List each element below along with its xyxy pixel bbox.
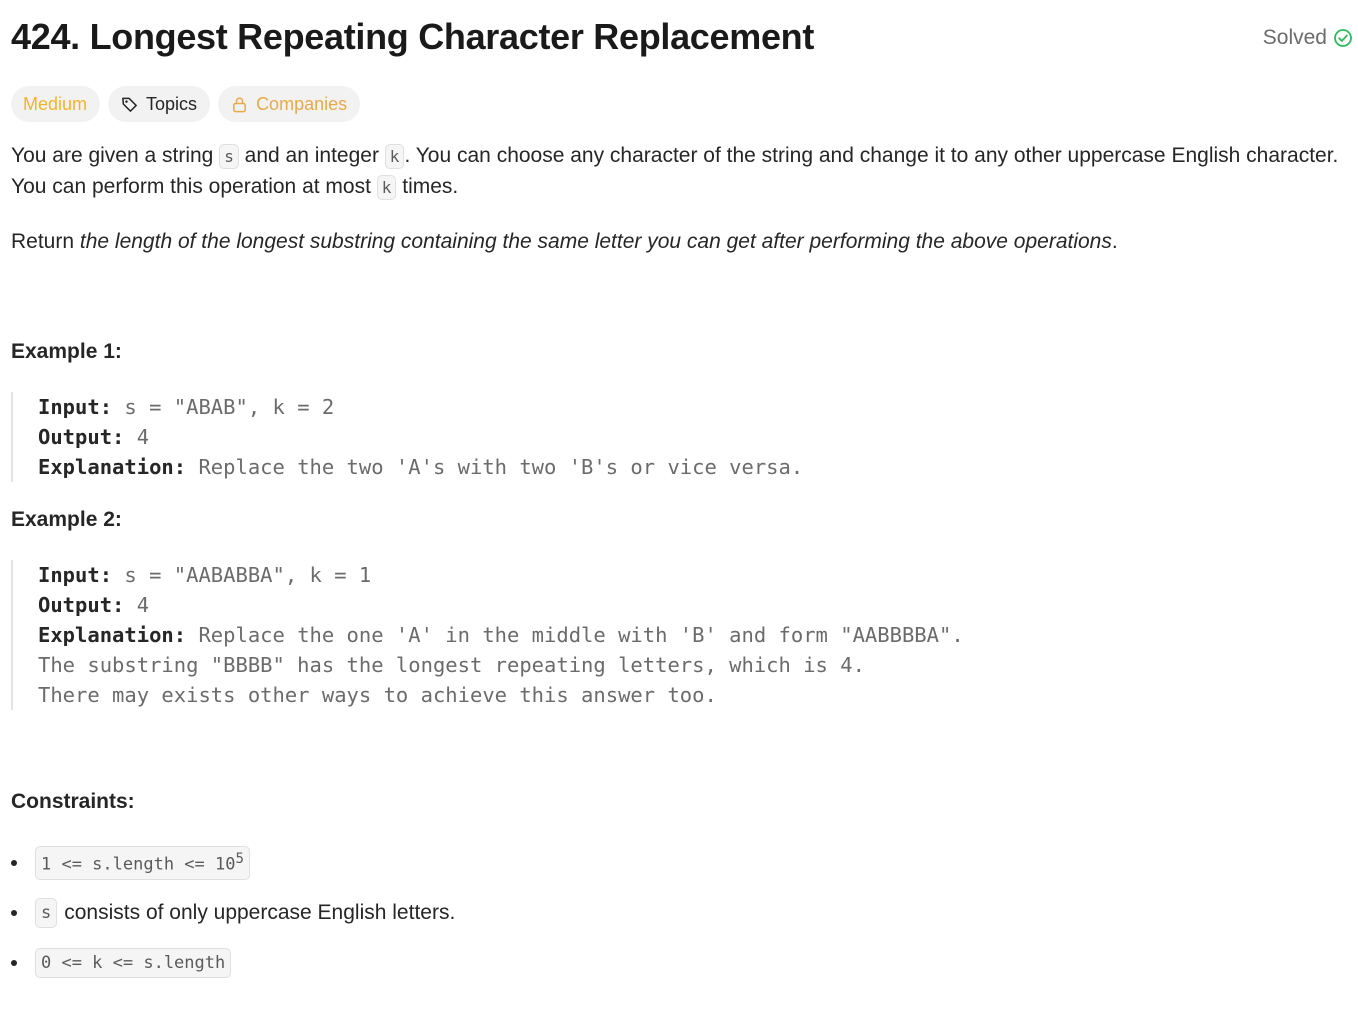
companies-button[interactable]: Companies xyxy=(218,86,361,122)
example-input-line: Input: s = "ABAB", k = 2 xyxy=(38,392,803,422)
text: Return xyxy=(11,230,80,253)
solved-label: Solved xyxy=(1262,26,1327,49)
constraints-heading: Constraints: xyxy=(11,790,135,813)
inline-code-k: k xyxy=(376,175,397,200)
explanation-text: Replace the one 'A' in the middle with '… xyxy=(186,623,964,647)
constraint-exponent: 5 xyxy=(235,851,244,868)
check-circle-icon xyxy=(1334,29,1352,47)
constraints-list: 1 <= s.length <= 105 s consists of only … xyxy=(11,838,455,988)
input-value: s = "AABABBA", k = 1 xyxy=(112,563,372,587)
example-2-heading: Example 2: xyxy=(11,508,122,531)
text: You are given a string xyxy=(11,144,220,167)
lock-icon xyxy=(233,96,247,112)
example-explanation-line: Explanation: Replace the one 'A' in the … xyxy=(38,620,964,650)
inline-code-k: k xyxy=(384,144,405,169)
problem-tags: Medium Topics Companies xyxy=(11,86,1347,122)
explanation-text: The substring "BBBB" has the longest rep… xyxy=(38,653,865,677)
constraint-text: consists of only uppercase English lette… xyxy=(64,901,456,924)
tag-icon xyxy=(122,97,137,112)
output-label: Output: xyxy=(38,593,125,617)
input-label: Input: xyxy=(38,395,113,419)
constraint-code: 1 <= s.length <= 105 xyxy=(35,846,250,880)
solved-status: Solved xyxy=(1263,26,1353,50)
example-explanation-line: The substring "BBBB" has the longest rep… xyxy=(38,650,964,680)
inline-code-s: s xyxy=(219,144,239,169)
problem-header: 424. Longest Repeating Character Replace… xyxy=(11,0,1352,78)
explanation-label: Explanation: xyxy=(38,623,187,647)
constraint-item: 0 <= k <= s.length xyxy=(11,938,455,988)
companies-label: Companies xyxy=(256,93,348,114)
output-label: Output: xyxy=(38,425,125,449)
constraint-code: 0 <= k <= s.length xyxy=(35,948,232,978)
input-label: Input: xyxy=(38,563,113,587)
text: . xyxy=(1111,230,1118,253)
explanation-text: Replace the two 'A's with two 'B's or vi… xyxy=(186,455,804,479)
description-paragraph-1: You are given a string s and an integer … xyxy=(11,141,1347,203)
explanation-label: Explanation: xyxy=(38,455,187,479)
difficulty-label: Medium xyxy=(23,93,88,114)
constraint-code-text: 1 <= s.length <= 10 xyxy=(41,854,236,875)
output-value: 4 xyxy=(124,425,150,449)
example-explanation-line: There may exists other ways to achieve t… xyxy=(38,680,964,710)
topics-button[interactable]: Topics xyxy=(108,86,211,122)
example-1-block: Input: s = "ABAB", k = 2 Output: 4 Explana… xyxy=(11,392,803,482)
example-2-block: Input: s = "AABABBA", k = 1 Output: 4 Expl… xyxy=(11,560,964,710)
constraint-item: 1 <= s.length <= 105 xyxy=(11,838,455,888)
example-output-line: Output: 4 xyxy=(38,422,803,452)
problem-page: 424. Longest Repeating Character Replace… xyxy=(11,0,1352,978)
text: times. xyxy=(396,175,459,198)
example-explanation-line: Explanation: Replace the two 'A's with t… xyxy=(38,452,803,482)
topics-label: Topics xyxy=(146,93,198,114)
output-value: 4 xyxy=(124,593,150,617)
problem-title: 424. Longest Repeating Character Replace… xyxy=(11,16,815,57)
difficulty-badge[interactable]: Medium xyxy=(11,86,101,122)
description-paragraph-2: Return the length of the longest substri… xyxy=(11,227,1347,257)
example-input-line: Input: s = "AABABBA", k = 1 xyxy=(38,560,964,590)
emphasis-text: the length of the longest substring cont… xyxy=(79,230,1112,253)
constraint-item: s consists of only uppercase English let… xyxy=(11,888,455,938)
explanation-text: There may exists other ways to achieve t… xyxy=(38,683,717,707)
example-output-line: Output: 4 xyxy=(38,590,964,620)
inline-code-s: s xyxy=(35,898,58,928)
example-1-heading: Example 1: xyxy=(11,340,122,363)
text: and an integer xyxy=(238,144,385,167)
input-value: s = "ABAB", k = 2 xyxy=(112,395,335,419)
